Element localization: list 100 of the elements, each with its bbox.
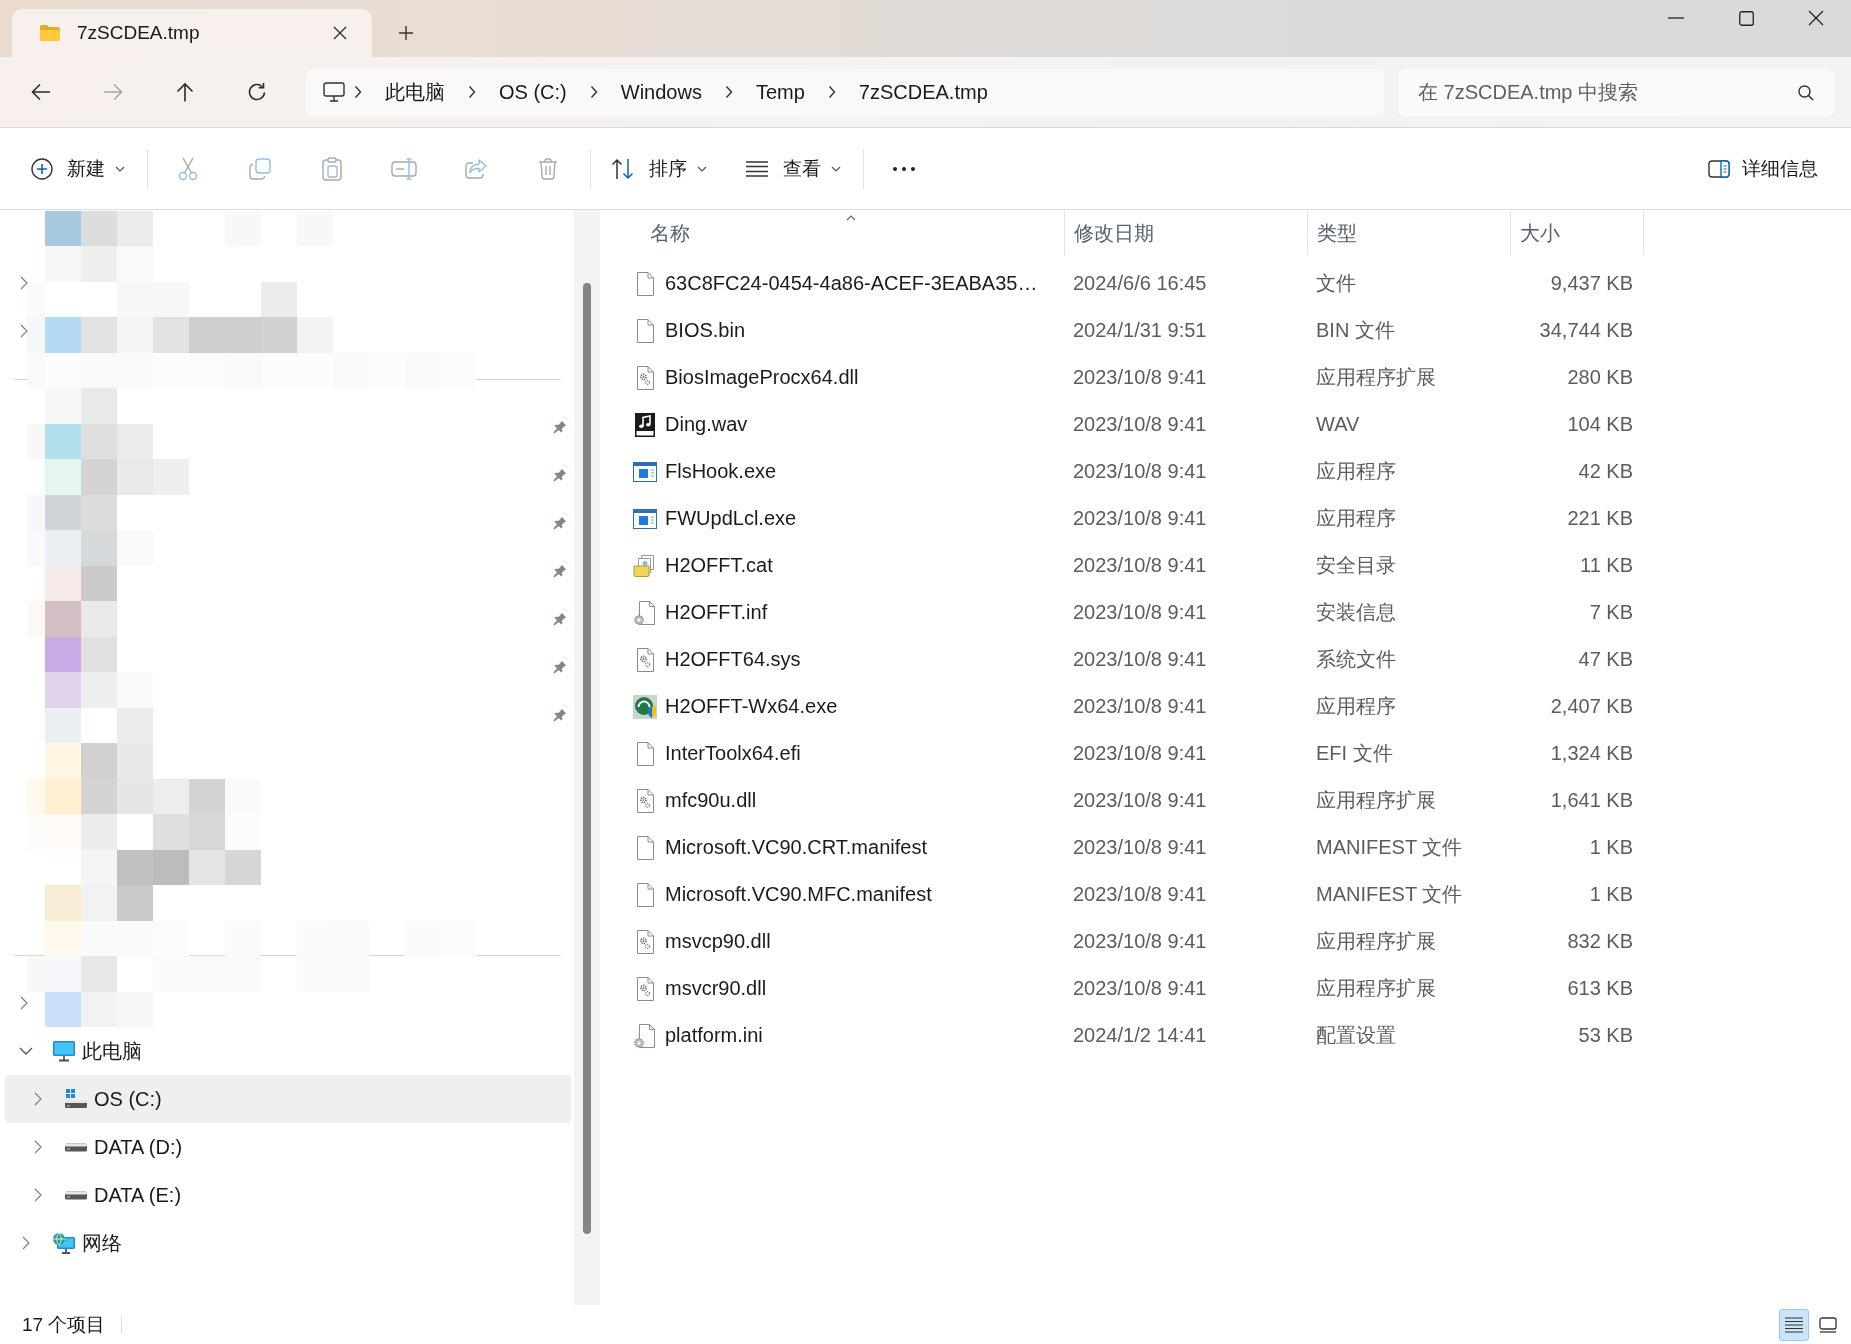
sort-arrows-icon: [611, 157, 635, 180]
file-name[interactable]: H2OFFT-Wx64.exe: [665, 695, 838, 718]
chevron-icon: [354, 85, 362, 99]
chevron-icon[interactable]: [20, 324, 28, 338]
refresh-icon: [247, 82, 267, 102]
column-header[interactable]: 大小: [1510, 211, 1644, 255]
scissors-icon: [178, 156, 198, 181]
tree-item[interactable]: OS (C:): [5, 1075, 571, 1123]
column-header[interactable]: 名称: [624, 211, 1064, 255]
modified-date: 2023/10/8 9:41: [1073, 507, 1207, 529]
file-name[interactable]: H2OFFT.inf: [665, 601, 768, 624]
file-name[interactable]: H2OFFT64.sys: [665, 648, 801, 671]
file-size: 11 KB: [1580, 554, 1633, 576]
modified-date: 2023/10/8 9:41: [1073, 977, 1207, 999]
chevron-icon[interactable]: [34, 1188, 42, 1202]
blank-file-icon: [634, 318, 656, 343]
application-window-icon: [633, 508, 657, 529]
new-button[interactable]: 新建: [19, 144, 137, 193]
file-size: 613 KB: [1567, 977, 1633, 999]
file-name[interactable]: msvcr90.dll: [665, 977, 767, 1000]
chevron-down-icon[interactable]: [19, 1047, 33, 1055]
column-header[interactable]: 修改日期: [1064, 211, 1307, 255]
rename-icon: [391, 157, 417, 180]
file-name[interactable]: H2OFFT.cat: [665, 554, 773, 577]
breadcrumb[interactable]: 7zSCDEA.tmp: [844, 73, 1002, 111]
file-size: 34,744 KB: [1539, 319, 1633, 341]
modified-date: 2024/6/6 16:45: [1073, 272, 1207, 294]
file-name[interactable]: FlsHook.exe: [665, 460, 777, 483]
modified-date: 2023/10/8 9:41: [1073, 695, 1207, 717]
network-icon: [52, 1232, 76, 1254]
details-pane-icon: [1708, 159, 1730, 178]
modified-date: 2023/10/8 9:41: [1073, 742, 1207, 764]
file-type: EFI 文件: [1316, 742, 1393, 764]
file-name[interactable]: InterToolx64.efi: [665, 742, 801, 765]
file-name[interactable]: FWUpdLcl.exe: [665, 507, 797, 530]
scrollbar-track[interactable]: [574, 210, 600, 1305]
details-view-button[interactable]: [1779, 1308, 1809, 1341]
file-type: 应用程序: [1316, 460, 1396, 482]
file-type: 应用程序扩展: [1316, 930, 1436, 952]
file-name[interactable]: platform.ini: [665, 1024, 763, 1047]
details-pane-button[interactable]: 详细信息: [1696, 144, 1830, 193]
modified-date: 2023/10/8 9:41: [1073, 883, 1207, 905]
swirl-shield-icon: [633, 694, 657, 719]
file-name[interactable]: 63C8FC24-0454-4a86-ACEF-3EABA35…: [665, 272, 1038, 295]
file-name[interactable]: BiosImageProcx64.dll: [665, 366, 859, 389]
chevron-icon[interactable]: [22, 1236, 30, 1250]
clipboard-icon: [322, 156, 342, 181]
modified-date: 2024/1/2 14:41: [1073, 1024, 1207, 1046]
tree-item[interactable]: 此电脑: [5, 1027, 571, 1075]
view-button[interactable]: 查看: [733, 144, 853, 193]
file-name[interactable]: BIOS.bin: [665, 319, 746, 342]
file-type: WAV: [1316, 413, 1360, 435]
chevron-icon[interactable]: [20, 996, 28, 1010]
tab[interactable]: 7zSCDEA.tmp: [12, 9, 372, 57]
gear-document-icon: [634, 929, 656, 954]
modified-date: 2023/10/8 9:41: [1073, 366, 1207, 388]
file-type: 安全目录: [1316, 554, 1396, 576]
application-window-icon: [633, 461, 657, 482]
file-type: MANIFEST 文件: [1316, 836, 1463, 858]
search-field[interactable]: 在 7zSCDEA.tmp 中搜索: [1398, 68, 1834, 116]
tree-item[interactable]: 网络: [5, 1219, 571, 1267]
address-bar[interactable]: 此电脑 OS (C:) Windows Temp 7zSCDEA.tmp: [306, 68, 1384, 116]
file-name[interactable]: msvcp90.dll: [665, 930, 771, 953]
file-name[interactable]: Microsoft.VC90.MFC.manifest: [665, 883, 932, 906]
breadcrumb[interactable]: OS (C:): [485, 73, 581, 111]
file-type: MANIFEST 文件: [1316, 883, 1463, 905]
blank-file-icon: [634, 835, 656, 860]
modified-date: 2023/10/8 9:41: [1073, 554, 1207, 576]
tree-item[interactable]: DATA (E:): [5, 1171, 571, 1219]
up-arrow-icon: [176, 82, 194, 102]
file-size: 42 KB: [1578, 460, 1633, 482]
file-type: 系统文件: [1316, 648, 1396, 670]
chevron-icon[interactable]: [34, 1140, 42, 1154]
file-name[interactable]: mfc90u.dll: [665, 789, 757, 812]
item-count: 17 个项目: [22, 1312, 106, 1337]
sort-button[interactable]: 排序: [599, 144, 719, 193]
chevron-icon: [468, 85, 476, 99]
file-type: 应用程序: [1316, 695, 1396, 717]
monitor-icon: [323, 82, 345, 102]
file-type: 应用程序扩展: [1316, 366, 1436, 388]
gear-document-icon: [634, 976, 656, 1001]
file-name[interactable]: Microsoft.VC90.CRT.manifest: [665, 836, 927, 859]
breadcrumb[interactable]: Windows: [606, 73, 716, 111]
file-size: 47 KB: [1578, 648, 1633, 670]
file-type: 应用程序扩展: [1316, 977, 1436, 999]
chevron-icon[interactable]: [20, 276, 28, 290]
modified-date: 2024/1/31 9:51: [1073, 319, 1207, 341]
breadcrumb[interactable]: 此电脑: [371, 73, 459, 111]
breadcrumb[interactable]: Temp: [741, 73, 819, 111]
chevron-icon[interactable]: [34, 1092, 42, 1106]
file-type: 配置设置: [1316, 1024, 1396, 1046]
share-icon: [465, 158, 487, 179]
tree-item[interactable]: DATA (D:): [5, 1123, 571, 1171]
file-size: 1,324 KB: [1550, 742, 1633, 764]
column-header[interactable]: 类型: [1307, 211, 1510, 255]
drive-icon: [64, 1190, 88, 1200]
file-name[interactable]: Ding.wav: [665, 413, 748, 436]
file-type: 安装信息: [1316, 601, 1396, 623]
computer-icon: [52, 1040, 76, 1062]
scrollbar-thumb[interactable]: [583, 283, 591, 1234]
